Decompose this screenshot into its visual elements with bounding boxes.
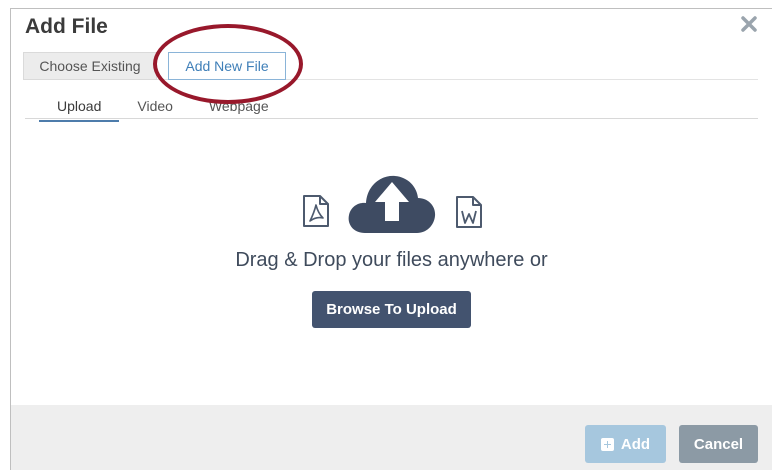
add-button[interactable]: Add [585, 425, 666, 463]
tab-add-new-file[interactable]: Add New File [168, 52, 286, 80]
tab-upload[interactable]: Upload [39, 96, 120, 122]
cancel-button[interactable]: Cancel [679, 425, 758, 463]
close-button[interactable] [736, 11, 762, 37]
cloud-upload-icon [348, 175, 436, 233]
dialog-footer: Add Cancel [11, 405, 772, 470]
drop-zone-text: Drag & Drop your files anywhere or [235, 249, 548, 271]
close-icon [741, 16, 757, 32]
word-file-icon [456, 196, 482, 228]
browse-to-upload-button[interactable]: Browse To Upload [312, 291, 471, 328]
dialog-title: Add File [25, 15, 108, 38]
plus-icon [600, 437, 614, 451]
source-tabs: Choose Existing Add New File [23, 52, 286, 80]
pdf-file-icon [303, 195, 329, 227]
tab-choose-existing[interactable]: Choose Existing [23, 52, 157, 80]
tab-video[interactable]: Video [119, 96, 191, 122]
add-file-dialog: Add File Choose Existing Add New File Up… [10, 8, 772, 470]
sub-tabs: Upload Video Webpage [39, 96, 287, 122]
add-button-label: Add [620, 435, 651, 453]
upload-icons [11, 169, 772, 241]
tab-webpage[interactable]: Webpage [191, 96, 287, 122]
